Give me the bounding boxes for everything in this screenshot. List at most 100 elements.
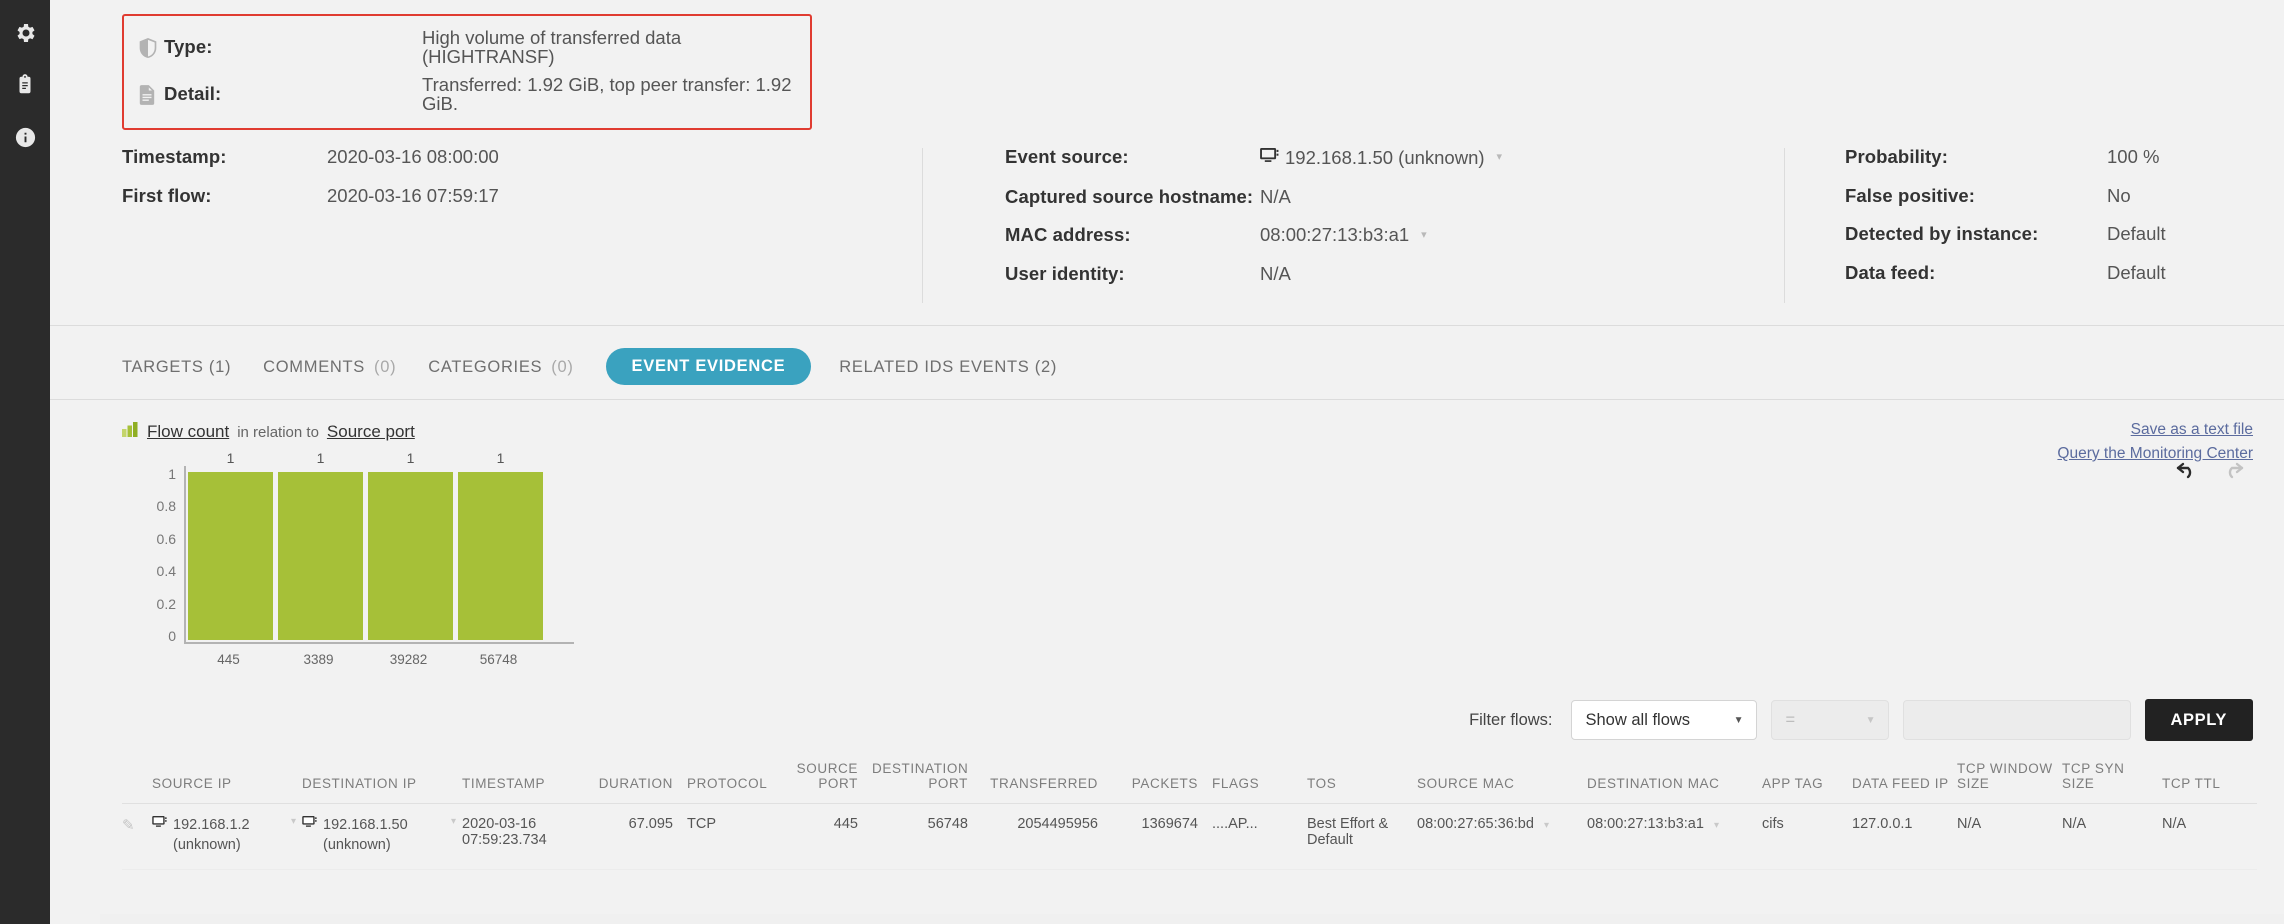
detected-by-instance-row: Detected by instance: Default	[1845, 225, 2267, 264]
chevron-down-icon[interactable]: ▾	[1497, 152, 1503, 163]
type-value: High volume of transferred data (HIGHTRA…	[422, 29, 810, 66]
chart-bar-column[interactable]: 1	[368, 472, 453, 640]
th-protocol[interactable]: PROTOCOL	[687, 755, 782, 804]
tab-event-evidence[interactable]: EVENT EVIDENCE	[606, 348, 812, 385]
metadata-column-middle: Event source: 192.168.1.50 (unknown)	[922, 148, 1784, 303]
th-app-tag[interactable]: APP TAG	[1762, 755, 1852, 804]
event-summary-region: Type: High volume of transferred data (H…	[50, 0, 2284, 130]
filter-operator-select[interactable]: = ▼	[1771, 700, 1889, 740]
th-flags[interactable]: FLAGS	[1212, 755, 1307, 804]
y-tick: 0.2	[157, 596, 176, 612]
filter-flows-label: Filter flows:	[1469, 711, 1552, 730]
chart-section: Flow count in relation to Source port Sa…	[50, 400, 2284, 681]
flow-count-bar-chart: 1 0.8 0.6 0.4 0.2 0 1 1	[144, 466, 574, 681]
pencil-icon[interactable]: ✎	[122, 817, 135, 834]
table-row[interactable]: ✎	[122, 804, 2257, 870]
th-transferred[interactable]: TRANSFERRED	[982, 755, 1112, 804]
tab-comments[interactable]: COMMENTS (0)	[263, 348, 428, 399]
chart-bar[interactable]	[458, 472, 543, 640]
tab-related-ids-events[interactable]: RELATED IDS EVENTS (2)	[839, 348, 1089, 399]
first-flow-row: First flow: 2020-03-16 07:59:17	[122, 187, 904, 226]
th-tcp-ttl[interactable]: TCP TTL	[2162, 755, 2257, 804]
chevron-down-icon[interactable]: ▾	[1714, 820, 1719, 831]
chart-bar-column[interactable]: 1	[458, 472, 543, 640]
bar-value-label: 1	[188, 450, 273, 466]
cell-tos: Best Effort & Default	[1307, 804, 1417, 870]
captured-hostname-label: Captured source hostname:	[1005, 188, 1260, 207]
main-content: Type: High volume of transferred data (H…	[50, 0, 2284, 924]
left-sidebar	[0, 0, 50, 924]
horizontal-scrollbar[interactable]	[100, 914, 2284, 924]
tab-categories[interactable]: CATEGORIES (0)	[428, 348, 605, 399]
th-timestamp[interactable]: TIMESTAMP	[462, 755, 587, 804]
th-destination-ip[interactable]: DESTINATION IP	[302, 755, 462, 804]
chart-bar[interactable]	[278, 472, 363, 640]
th-data-feed-ip[interactable]: DATA FEED IP	[1852, 755, 1957, 804]
tab-targets[interactable]: TARGETS (1)	[122, 348, 263, 399]
chart-links: Save as a text file Query the Monitoring…	[2057, 418, 2253, 466]
false-positive-value: No	[2107, 187, 2131, 206]
chart-connector-text: in relation to	[237, 424, 319, 441]
false-positive-row: False positive: No	[1845, 187, 2267, 226]
shield-icon	[138, 37, 164, 59]
th-packets[interactable]: PACKETS	[1112, 755, 1212, 804]
th-source-mac[interactable]: SOURCE MAC	[1417, 755, 1587, 804]
detected-by-instance-label: Detected by instance:	[1845, 225, 2107, 244]
chevron-down-icon[interactable]: ▾	[1421, 230, 1427, 241]
save-as-text-file-link[interactable]: Save as a text file	[2057, 418, 2253, 442]
th-duration[interactable]: DURATION	[587, 755, 687, 804]
metadata-column-left: Timestamp: 2020-03-16 08:00:00 First flo…	[122, 148, 922, 303]
filter-value-input[interactable]	[1903, 700, 2131, 740]
tab-comments-count: (0)	[374, 358, 396, 377]
redo-icon[interactable]	[2221, 460, 2247, 485]
chart-bar-column[interactable]: 1	[188, 472, 273, 640]
cell-protocol: TCP	[687, 804, 782, 870]
clipboard-icon[interactable]	[12, 72, 38, 98]
event-source-label: Event source:	[1005, 148, 1260, 167]
chart-plot-area: 1 1 1 1	[184, 466, 574, 644]
x-tick: 39282	[366, 652, 451, 667]
cell-source-ip-text: 192.168.1.2 (unknown)	[173, 816, 281, 855]
bar-chart-icon	[122, 422, 139, 442]
gear-icon[interactable]	[12, 20, 38, 46]
undo-icon[interactable]	[2173, 460, 2199, 485]
chart-bar[interactable]	[368, 472, 453, 640]
cell-duration: 67.095	[587, 804, 687, 870]
info-icon[interactable]	[12, 124, 38, 150]
type-row: Type: High volume of transferred data (H…	[124, 24, 810, 71]
data-feed-label: Data feed:	[1845, 264, 2107, 283]
false-positive-label: False positive:	[1845, 187, 2107, 206]
row-edit-cell[interactable]: ✎	[122, 804, 152, 870]
detail-label: Detail:	[164, 85, 422, 104]
chevron-down-icon: ▼	[1866, 715, 1876, 726]
bar-value-label: 1	[368, 450, 453, 466]
th-destination-port[interactable]: DESTINATION PORT	[872, 755, 982, 804]
chart-bar[interactable]	[188, 472, 273, 640]
th-tcp-window-size[interactable]: TCP WINDOW SIZE	[1957, 755, 2062, 804]
detail-value: Transferred: 1.92 GiB, top peer transfer…	[422, 76, 810, 113]
th-destination-mac[interactable]: DESTINATION MAC	[1587, 755, 1762, 804]
th-source-port[interactable]: SOURCE PORT	[782, 755, 872, 804]
tab-categories-label: CATEGORIES	[428, 358, 542, 377]
filter-flows-select[interactable]: Show all flows ▼	[1571, 700, 1757, 740]
document-icon	[138, 84, 164, 106]
apply-button[interactable]: APPLY	[2145, 699, 2254, 741]
chart-bar-column[interactable]: 1	[278, 472, 363, 640]
th-tos[interactable]: TOS	[1307, 755, 1417, 804]
chart-dimension-link[interactable]: Source port	[327, 422, 415, 442]
chevron-down-icon[interactable]: ▾	[291, 816, 296, 827]
chevron-down-icon[interactable]: ▾	[451, 816, 456, 827]
y-tick: 0.6	[157, 531, 176, 547]
cell-destination-port: 56748	[872, 804, 982, 870]
mac-address-value-wrap: 08:00:27:13:b3:a1 ▾	[1260, 226, 1427, 245]
th-tcp-syn-size[interactable]: TCP SYN SIZE	[2062, 755, 2162, 804]
event-source-value-wrap: 192.168.1.50 (unknown) ▾	[1260, 148, 1502, 168]
th-source-ip[interactable]: SOURCE IP	[152, 755, 302, 804]
mac-address-row: MAC address: 08:00:27:13:b3:a1 ▾	[1005, 226, 1766, 265]
chart-metric-link[interactable]: Flow count	[147, 422, 229, 442]
cell-data-feed-ip: 127.0.0.1	[1852, 804, 1957, 870]
chart-bars: 1 1 1 1	[188, 472, 543, 640]
cell-destination-ip: 192.168.1.50 (unknown) ▾	[302, 804, 462, 870]
timestamp-row: Timestamp: 2020-03-16 08:00:00	[122, 148, 904, 187]
chevron-down-icon[interactable]: ▾	[1544, 820, 1549, 831]
